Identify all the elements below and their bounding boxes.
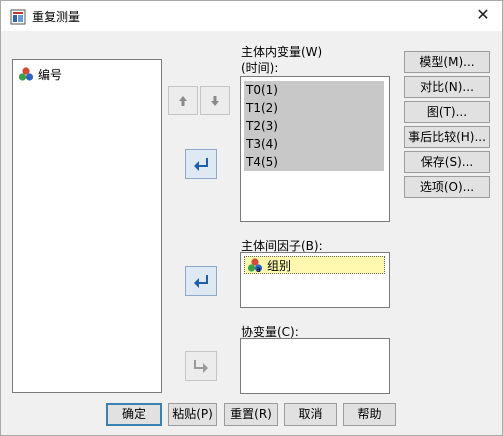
svg-text:a: a — [256, 265, 261, 273]
title-bar: 重复测量 ✕ — [1, 1, 502, 31]
move-to-covariate-button[interactable] — [185, 351, 217, 381]
window-title: 重复测量 — [32, 10, 81, 24]
posthoc-button[interactable]: 事后比较(H)... — [404, 126, 490, 148]
close-icon: ✕ — [476, 5, 490, 24]
move-up-button[interactable] — [168, 86, 198, 115]
spss-dialog-icon — [10, 9, 26, 25]
list-item[interactable]: 编号 — [18, 65, 62, 83]
paste-button[interactable]: 粘贴(P) — [168, 403, 217, 426]
reset-button[interactable]: 重置(R) — [224, 403, 278, 426]
list-item[interactable]: a 组别 — [244, 256, 385, 274]
contrast-button[interactable]: 对比(N)... — [404, 76, 490, 98]
nominal-variable-icon: a — [247, 258, 263, 273]
within-subjects-list[interactable]: T0(1) T1(2) T2(3) T3(4) T4(5) — [240, 76, 390, 222]
list-item[interactable]: T0(1) — [244, 81, 384, 99]
move-to-between-button[interactable] — [185, 266, 217, 296]
list-item[interactable]: T1(2) — [244, 99, 384, 117]
options-button[interactable]: 选项(O)... — [404, 176, 490, 198]
repeated-measures-dialog: 重复测量 ✕ 编号 主体内变量(W) (时间): T0(1) T1(2) T2(… — [0, 0, 503, 436]
covariates-list[interactable] — [240, 338, 390, 394]
list-item[interactable]: T3(4) — [244, 135, 384, 153]
help-button[interactable]: 帮助 — [343, 403, 396, 426]
arrow-right-icon — [194, 275, 208, 288]
variable-label: 编号 — [38, 67, 63, 82]
close-button[interactable]: ✕ — [470, 3, 496, 27]
arrow-up-icon — [179, 95, 187, 106]
move-down-button[interactable] — [200, 86, 230, 115]
model-button[interactable]: 模型(M)... — [404, 51, 490, 73]
plots-button[interactable]: 图(T)... — [404, 101, 490, 123]
cancel-button[interactable]: 取消 — [284, 403, 337, 426]
arrow-right-icon — [194, 360, 208, 373]
source-variable-list[interactable]: 编号 — [12, 59, 162, 393]
arrow-down-icon — [211, 95, 219, 106]
variable-label: 组别 — [267, 258, 292, 273]
save-button[interactable]: 保存(S)... — [404, 151, 490, 173]
list-item[interactable]: T4(5) — [244, 153, 384, 171]
ok-button[interactable]: 确定 — [106, 403, 162, 426]
within-subjects-label: 主体内变量(W) — [241, 45, 323, 59]
nominal-variable-icon — [18, 67, 34, 81]
arrow-right-icon — [194, 158, 208, 171]
list-item[interactable]: T2(3) — [244, 117, 384, 135]
within-subjects-factor-label: (时间): — [241, 61, 279, 75]
between-factors-list[interactable]: a 组别 — [240, 252, 390, 308]
move-to-within-button[interactable] — [185, 149, 217, 179]
